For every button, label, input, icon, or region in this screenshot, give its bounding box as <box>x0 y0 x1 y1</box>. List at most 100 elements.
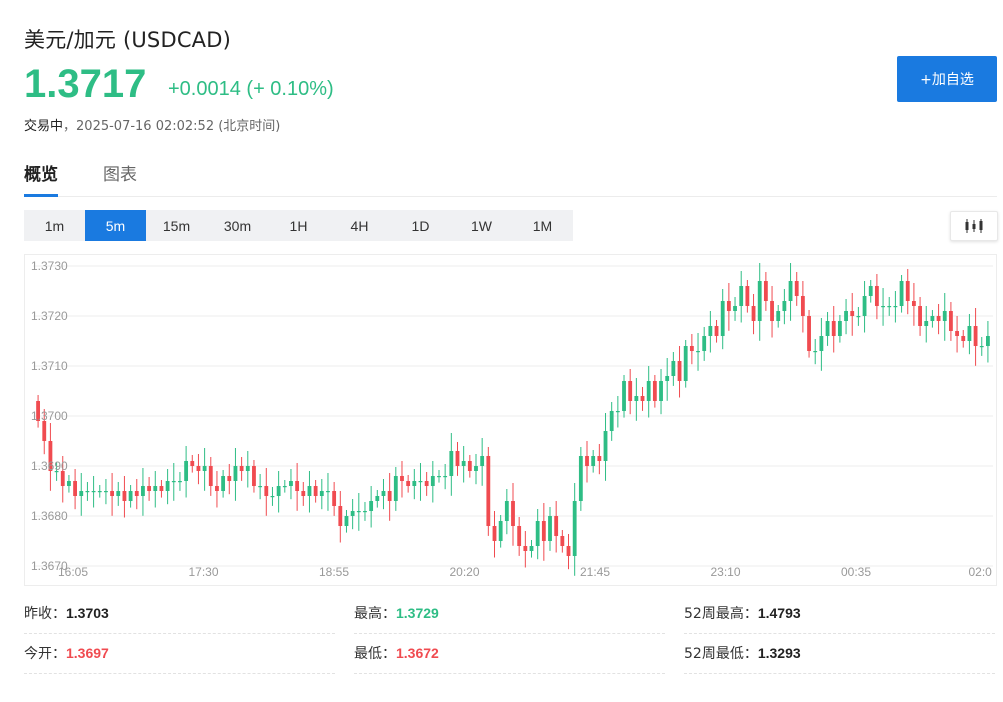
stat-value: 1.3703 <box>66 605 109 621</box>
candle-body <box>535 521 540 546</box>
candle-body <box>418 481 423 483</box>
candle-body <box>233 466 238 481</box>
candle-body <box>375 496 380 501</box>
candle-body <box>110 491 115 496</box>
candle-body <box>757 281 762 321</box>
stat-value: 1.3729 <box>396 605 439 621</box>
x-axis-label: 23:10 <box>710 565 740 579</box>
quote-datetime: 2025-07-16 02:02:52 (北京时间) <box>76 119 281 134</box>
candle-body <box>800 296 805 316</box>
candle-body <box>961 336 966 341</box>
candle-body <box>942 311 947 321</box>
tab-bar: 概览 图表 <box>24 160 997 197</box>
stat-prev-close: 昨收： 1.3703 <box>24 593 335 634</box>
candle-body <box>597 456 602 461</box>
y-axis-label: 1.3690 <box>31 459 68 473</box>
candle-body <box>720 301 725 336</box>
candle-body <box>541 521 546 541</box>
candle-body <box>881 306 885 308</box>
candle-body <box>763 281 768 301</box>
candle-body <box>474 466 478 471</box>
candle-body <box>868 286 873 296</box>
candle-body <box>128 491 133 501</box>
candle-body <box>332 491 337 506</box>
candle-body <box>733 306 737 311</box>
stat-label: 昨收： <box>24 606 66 622</box>
candle-body <box>930 316 935 321</box>
candle-body <box>955 331 959 336</box>
candle-body <box>554 516 559 536</box>
candle-body <box>708 326 713 336</box>
stat-open: 今开： 1.3697 <box>24 633 335 674</box>
candle-body <box>517 526 522 546</box>
candle-body <box>208 466 213 486</box>
add-to-watchlist-button[interactable]: +加自选 <box>897 56 997 102</box>
period-4h[interactable]: 4H <box>329 210 390 241</box>
period-30m[interactable]: 30m <box>207 210 268 241</box>
period-1mo[interactable]: 1M <box>512 210 573 241</box>
stat-low: 最低： 1.3672 <box>354 633 665 674</box>
candle-body <box>202 466 207 471</box>
tab-chart[interactable]: 图表 <box>103 160 137 193</box>
candle-body <box>948 311 953 331</box>
current-price: 1.3717 <box>24 62 147 106</box>
candle-body <box>239 466 244 471</box>
candle-body <box>856 316 861 318</box>
period-1w[interactable]: 1W <box>451 210 512 241</box>
candle-body <box>967 326 972 341</box>
candle-body <box>665 376 670 381</box>
candle-body <box>739 286 744 306</box>
period-1h[interactable]: 1H <box>268 210 329 241</box>
candle-body <box>936 316 941 321</box>
candle-body <box>467 461 472 471</box>
period-5m[interactable]: 5m <box>85 210 146 241</box>
candle-body <box>696 351 700 353</box>
candle-body <box>381 491 386 496</box>
candle-body <box>726 301 731 311</box>
tab-overview[interactable]: 概览 <box>24 160 58 197</box>
period-1d[interactable]: 1D <box>390 210 451 241</box>
candle-body <box>628 381 633 401</box>
candle-body <box>42 421 47 441</box>
candle-body <box>134 491 139 496</box>
candle-body <box>437 476 441 478</box>
candle-body <box>492 526 497 541</box>
period-15m[interactable]: 15m <box>146 210 207 241</box>
candle-body <box>609 411 614 431</box>
candle-body <box>572 501 577 556</box>
candle-body <box>615 411 620 413</box>
candle-body <box>591 456 596 466</box>
y-axis-label: 1.3710 <box>31 359 68 373</box>
candle-body <box>850 311 855 316</box>
candle-body <box>634 396 639 401</box>
candle-body <box>85 491 90 493</box>
candlestick-chart: 1.37301.37201.37101.37001.36901.36801.36… <box>31 259 993 579</box>
candle-body <box>319 491 324 496</box>
candle-body <box>91 491 96 493</box>
candle-body <box>585 456 589 466</box>
period-1m[interactable]: 1m <box>24 210 85 241</box>
trading-status: 交易中，2025-07-16 02:02:52 (北京时间) <box>24 115 280 134</box>
candle-body <box>702 336 707 351</box>
candle-body <box>887 306 892 308</box>
candle-body <box>455 451 460 466</box>
price-chart[interactable]: 1.3730 1.3720 1.3710 1.3700 1.3690 1.3680 1.36… <box>24 254 997 586</box>
candle-body <box>640 396 645 401</box>
candlestick-icon <box>965 219 983 233</box>
candle-body <box>911 301 916 306</box>
candle-body <box>548 516 552 541</box>
candle-body <box>498 521 503 541</box>
chart-type-toggle-button[interactable] <box>950 211 998 241</box>
candle-body <box>578 456 583 501</box>
candle-body <box>153 486 158 491</box>
candle-body <box>393 476 398 501</box>
candle-body <box>190 461 195 466</box>
candle-body <box>449 451 454 476</box>
candle-body <box>893 306 898 308</box>
candle-body <box>307 486 312 496</box>
candle-body <box>918 306 922 326</box>
candle-body <box>116 491 121 496</box>
stat-label: 今开： <box>24 646 66 662</box>
candle-body <box>714 326 719 336</box>
candle-body <box>60 471 65 486</box>
